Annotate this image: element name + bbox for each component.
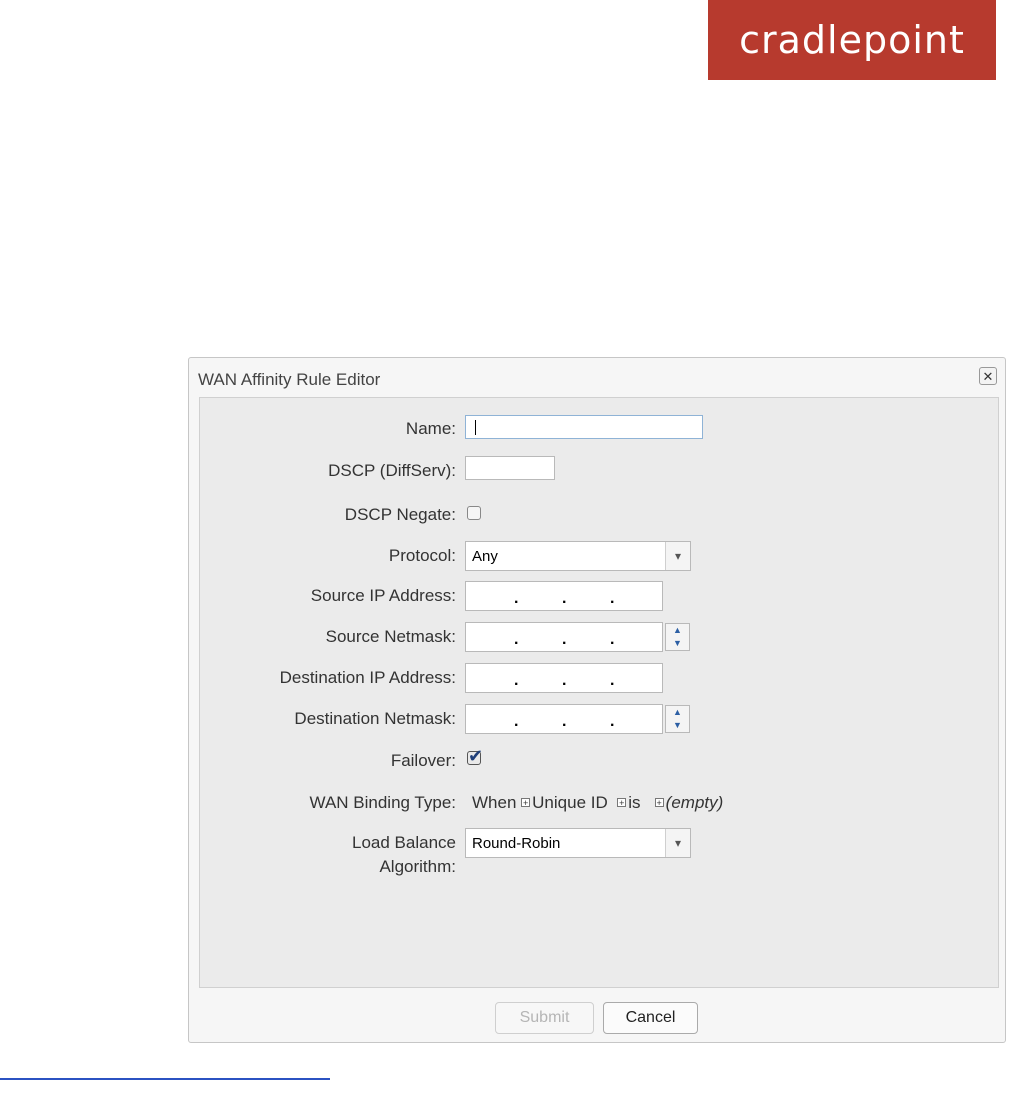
- name-row: Name:: [200, 414, 1000, 444]
- wan-binding-expression: When + Unique ID + is + (empty): [472, 793, 723, 813]
- form-panel: Name: DSCP (DiffServ): DSCP Negate: Prot…: [199, 397, 999, 988]
- protocol-value: Any: [472, 548, 498, 565]
- cancel-button[interactable]: Cancel: [603, 1002, 698, 1034]
- dscp-negate-label: DSCP Negate:: [344, 505, 456, 524]
- dscp-negate-row: DSCP Negate:: [200, 500, 1000, 530]
- spinner-down-icon[interactable]: ▼: [666, 637, 689, 650]
- protocol-label: Protocol:: [388, 546, 456, 565]
- load-balance-label: Load Balance Algorithm:: [352, 833, 456, 876]
- source-netmask-input[interactable]: . . .: [465, 622, 663, 652]
- source-ip-row: Source IP Address: . . .: [200, 581, 1000, 611]
- chevron-down-icon[interactable]: ▾: [665, 829, 690, 857]
- source-netmask-row: Source Netmask: . . . ▲ ▼: [200, 622, 1000, 652]
- load-balance-value: Round-Robin: [472, 835, 561, 852]
- text-caret: [475, 420, 476, 435]
- dialog-title: WAN Affinity Rule Editor: [198, 370, 381, 389]
- wan-binding-row: WAN Binding Type: When + Unique ID + is +(…: [200, 788, 1000, 818]
- dest-netmask-input[interactable]: . . .: [465, 704, 663, 734]
- chevron-down-icon[interactable]: ▾: [665, 542, 690, 570]
- wan-binding-label: WAN Binding Type:: [309, 793, 456, 812]
- load-balance-row: Load Balance Algorithm: Round-Robin ▾: [200, 828, 1000, 883]
- load-balance-select[interactable]: Round-Robin ▾: [465, 828, 691, 858]
- dscp-negate-checkbox[interactable]: [467, 506, 481, 520]
- source-netmask-spinner[interactable]: ▲ ▼: [665, 623, 690, 651]
- failover-label: Failover:: [390, 751, 456, 770]
- dest-netmask-spinner[interactable]: ▲ ▼: [665, 705, 690, 733]
- protocol-select[interactable]: Any ▾: [465, 541, 691, 571]
- name-input[interactable]: [465, 415, 703, 439]
- logo-text: cradlepoint: [739, 18, 965, 62]
- dscp-input[interactable]: [465, 456, 555, 480]
- source-netmask-label: Source Netmask:: [325, 627, 456, 646]
- when-text: When: [472, 793, 517, 812]
- expand-icon[interactable]: +: [617, 798, 627, 808]
- dscp-row: DSCP (DiffServ):: [200, 456, 1000, 486]
- dest-netmask-row: Destination Netmask: . . . ▲ ▼: [200, 704, 1000, 734]
- hyperlink-underline[interactable]: [0, 1078, 330, 1080]
- name-label: Name:: [405, 419, 456, 438]
- unique-id-text[interactable]: Unique ID: [532, 793, 608, 812]
- dest-netmask-label: Destination Netmask:: [294, 709, 456, 728]
- protocol-row: Protocol: Any ▾: [200, 541, 1000, 571]
- wan-affinity-rule-editor-dialog: WAN Affinity Rule Editor ✕ Name: DSCP (D…: [188, 357, 1006, 1043]
- spinner-down-icon[interactable]: ▼: [666, 719, 689, 732]
- dest-ip-row: Destination IP Address: . . .: [200, 663, 1000, 693]
- dest-ip-input[interactable]: . . .: [465, 663, 663, 693]
- spinner-up-icon[interactable]: ▲: [666, 624, 689, 637]
- failover-checkbox[interactable]: [467, 746, 483, 767]
- source-ip-input[interactable]: . . .: [465, 581, 663, 611]
- is-text[interactable]: is: [628, 793, 640, 812]
- dest-ip-label: Destination IP Address:: [279, 668, 456, 687]
- source-ip-label: Source IP Address:: [310, 586, 456, 605]
- empty-value-text[interactable]: (empty): [666, 793, 724, 812]
- expand-icon[interactable]: +: [654, 798, 664, 808]
- failover-row: Failover:: [200, 746, 1000, 776]
- dscp-label: DSCP (DiffServ):: [328, 461, 456, 480]
- spinner-up-icon[interactable]: ▲: [666, 706, 689, 719]
- submit-button[interactable]: Submit: [495, 1002, 594, 1034]
- cradlepoint-logo: cradlepoint: [708, 0, 996, 80]
- close-icon[interactable]: ✕: [979, 367, 997, 385]
- expand-icon[interactable]: +: [521, 798, 531, 808]
